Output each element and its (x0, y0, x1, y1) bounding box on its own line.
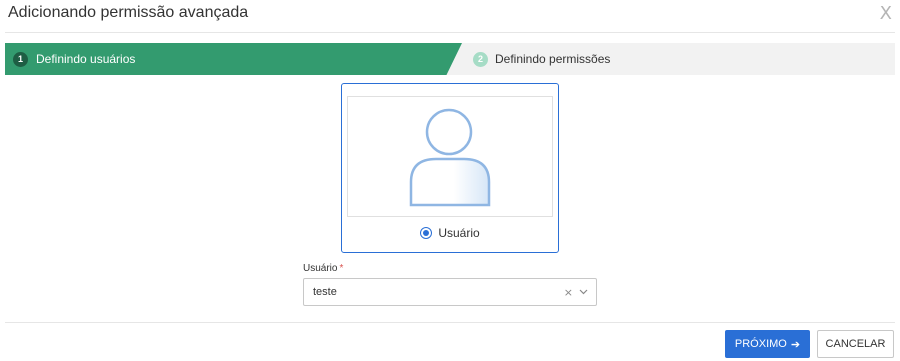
user-radio-label: Usuário (438, 226, 480, 240)
user-field-label: Usuário * (303, 263, 343, 274)
chevron-down-icon[interactable] (579, 289, 588, 295)
user-select[interactable]: teste × (303, 278, 597, 306)
user-radio-button[interactable] (420, 227, 433, 239)
step-number: 2 (473, 51, 488, 67)
clear-icon[interactable]: × (564, 286, 573, 299)
required-mark: * (339, 263, 344, 274)
arrow-right-icon: ➔ (790, 338, 801, 351)
user-option-card[interactable]: Usuário (341, 83, 559, 253)
user-field-label-text: Usuário (303, 263, 338, 274)
close-button[interactable]: X (880, 4, 892, 24)
user-select-value: teste (313, 286, 337, 298)
next-button-label: PRÓXIMO (734, 338, 787, 350)
next-button[interactable]: PRÓXIMO ➔ (725, 330, 810, 358)
step-number: 1 (13, 51, 28, 67)
user-radio-option[interactable]: Usuário (342, 226, 558, 240)
step-defining-permissions[interactable]: 2 Definindo permissões (473, 43, 610, 75)
stepper: 1 Definindo usuários 2 Definindo permiss… (5, 43, 895, 75)
footer-divider (5, 322, 895, 323)
step-label: Definindo permissões (495, 52, 611, 66)
cancel-button[interactable]: CANCELAR (817, 330, 894, 358)
user-avatar-icon (347, 96, 553, 217)
radio-selected-dot (423, 230, 430, 236)
dialog-title: Adicionando permissão avançada (8, 4, 249, 21)
step-label: Definindo usuários (36, 52, 136, 66)
step-defining-users[interactable]: 1 Definindo usuários (5, 43, 462, 75)
title-divider (5, 32, 895, 33)
